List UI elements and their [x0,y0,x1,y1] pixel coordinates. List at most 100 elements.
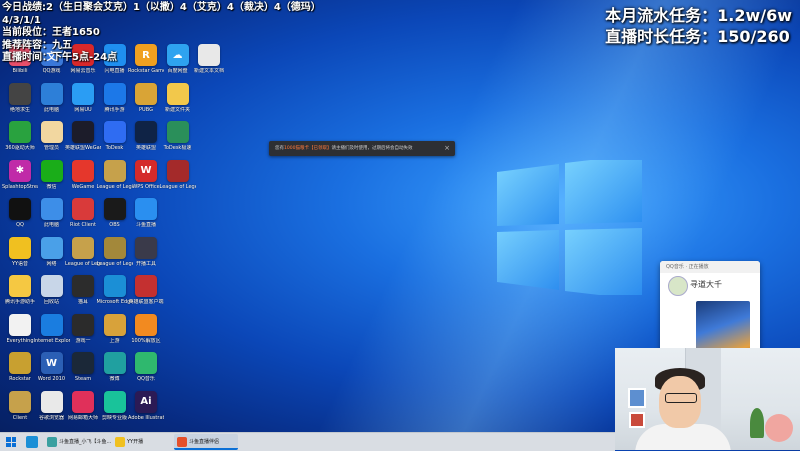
app-icon [135,82,157,105]
app-icon [135,313,157,336]
wall-picture [628,388,646,408]
app-icon [103,159,126,182]
app-icon [103,275,126,297]
popup-header: QQ音乐 · 正在播放 [660,261,760,273]
app-icon [103,390,126,413]
desktop-icon[interactable]: AiAdobe Illustrator [128,390,164,421]
app-icon [103,198,126,220]
app-icon [40,198,63,220]
taskbar-task[interactable]: 斗鱼直播_小飞【斗鱼... [44,434,112,450]
taskbar: 斗鱼直播_小飞【斗鱼... YY开播 斗鱼直播伴侣 [0,432,615,451]
app-icon [103,236,126,259]
desktop-icon[interactable]: 开播工具 [128,236,164,267]
desktop-icon-label: 开播工具 [135,260,156,267]
desktop-icon[interactable]: 100%解放区 [128,313,164,344]
app-icon [177,437,187,447]
app-icon [135,198,157,220]
desktop-icon-label: Adobe Illustrator [128,414,164,421]
stream-hours: 直播时间：下午5点-24点 [2,52,118,63]
app-icon [40,159,63,182]
taskbar-task-label: 斗鱼直播_小飞【斗鱼... [59,439,112,445]
app-icon [40,313,63,336]
current-rank: 当前段位：王者1650 [2,27,100,38]
notification-toast[interactable]: 您有1000猫粮卡【已领取】请主播们及时使用，过期后将会自动失效 × [269,141,455,156]
app-icon [135,352,157,374]
app-icon [72,352,94,374]
taskbar-task[interactable]: 斗鱼直播伴侣 [174,434,238,450]
app-icon [166,159,189,182]
app-icon [9,275,31,297]
desktop-icon-label: 斗鱼直播 [135,222,156,228]
app-icon: W [40,352,63,374]
task-overlay: 本月流水任务：1.2w/6w 直播时长任务：150/260 [605,5,792,47]
desktop-icon-label: 100%解放区 [131,337,161,344]
taskbar-task[interactable]: YY开播 [112,434,170,450]
app-icon [9,352,31,374]
app-icon [9,390,31,413]
toast-prefix: 您有 [275,146,284,151]
desktop-icon[interactable]: League of Legends [159,159,196,190]
popup-title: 寻道大千 [690,280,722,289]
toast-highlight: 1000猫粮卡【已领取】 [284,146,332,151]
kda-line: 4/3/1/1 [2,14,41,26]
app-icon [72,159,94,182]
plush-toy [765,414,793,442]
app-icon [9,121,31,143]
taskbar-task-label: YY开播 [127,439,144,445]
app-icon [9,198,31,220]
today-record: 今日战绩:2（生日聚会艾克）1（以撒）4（艾克）4（裁决）4（德玛） [2,2,321,13]
monthly-revenue-task: 本月流水任务：1.2w/6w [605,6,792,25]
app-icon: ✱ [9,159,31,182]
app-icon [40,82,63,105]
toast-text: 请主播们及时使用，过期后将会自动失效 [331,146,413,151]
app-icon [72,236,94,259]
plant [750,408,764,438]
desktop-icon[interactable]: 英雄联盟客户端 [128,275,164,305]
app-icon [135,236,157,259]
app-icon [40,390,63,413]
app-icon [135,275,157,297]
app-icon [135,121,157,143]
app-icon [115,437,125,447]
stream-duration-task: 直播时长任务：150/260 [605,27,790,46]
avatar [668,276,688,296]
app-icon [40,121,63,143]
app-icon: W [135,159,157,182]
app-icon [72,82,94,105]
app-icon [72,275,94,297]
app-icon [40,275,63,297]
app-icon [103,313,126,336]
app-icon [166,121,189,143]
desktop-icon-label: 英雄联盟客户端 [128,299,164,305]
glasses-icon [665,393,697,403]
desktop-icon[interactable]: ToDesk极速 [160,121,196,151]
close-icon[interactable]: × [444,141,450,156]
desktop-icon[interactable]: QQ音乐 [128,352,164,382]
edge-icon[interactable] [26,436,38,448]
app-icon [72,390,94,413]
desktop-icon-label: 新建文件夹 [164,106,190,113]
app-icon [9,236,31,259]
desktop-icon-label: QQ音乐 [137,376,155,382]
app-icon [103,82,126,105]
wall-picture [629,412,645,428]
webcam-feed [615,348,800,450]
windows-logo [497,160,642,295]
start-button[interactable] [6,437,16,447]
stream-info-overlay: 今日战绩:2（生日聚会艾克）1（以撒）4（艾克）4（裁决）4（德玛） 4/3/1… [2,2,321,65]
desktop-icon-label: League of Legends [159,183,196,190]
app-icon: Ai [135,390,157,413]
app-icon [9,82,31,105]
desktop-icon-label: ToDesk极速 [163,145,192,151]
desktop-icon[interactable]: 斗鱼直播 [128,198,164,228]
app-icon [103,121,126,143]
app-icon [9,313,31,336]
app-icon [40,236,63,259]
taskbar-task-label: 斗鱼直播伴侣 [189,439,220,445]
app-icon [166,82,189,105]
app-icon [47,437,57,447]
app-icon [72,313,94,336]
app-icon [103,352,126,374]
app-icon [72,121,94,143]
desktop-icon[interactable]: 新建文件夹 [160,82,196,113]
